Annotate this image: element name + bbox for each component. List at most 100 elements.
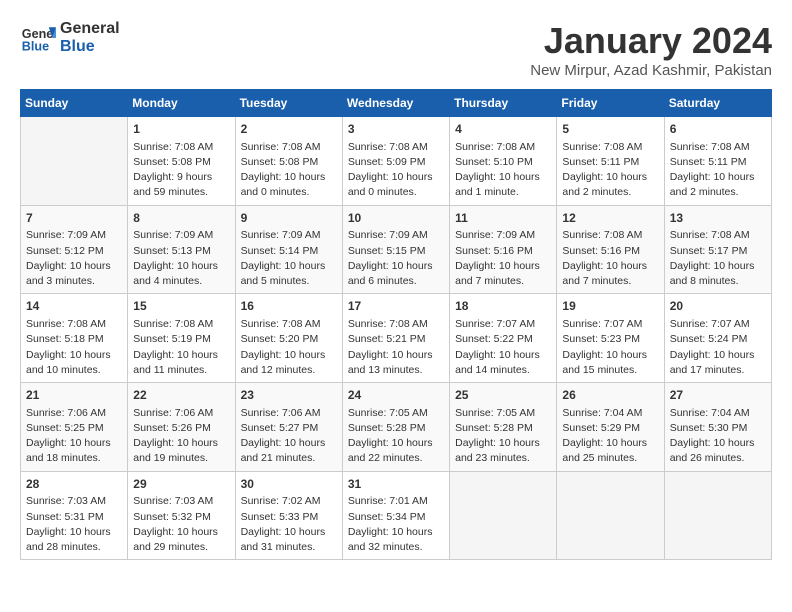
title-block: January 2024 New Mirpur, Azad Kashmir, P… — [530, 20, 772, 79]
day-number: 29 — [133, 476, 229, 493]
day-info: Sunrise: 7:06 AM Sunset: 5:26 PM Dayligh… — [133, 406, 229, 467]
calendar-header: SundayMondayTuesdayWednesdayThursdayFrid… — [21, 90, 772, 117]
day-info: Sunrise: 7:08 AM Sunset: 5:08 PM Dayligh… — [133, 140, 229, 201]
day-number: 4 — [455, 121, 551, 138]
day-number: 11 — [455, 210, 551, 227]
day-cell: 25 Sunrise: 7:05 AM Sunset: 5:28 PM Dayli… — [450, 383, 557, 472]
day-info: Sunrise: 7:03 AM Sunset: 5:32 PM Dayligh… — [133, 494, 229, 555]
day-cell: 16Sunrise: 7:08 AM Sunset: 5:20 PM Dayli… — [235, 294, 342, 383]
day-info: Sunrise: 7:07 AM Sunset: 5:22 PM Dayligh… — [455, 317, 551, 378]
day-cell: 31Sunrise: 7:01 AM Sunset: 5:34 PM Dayli… — [342, 471, 449, 560]
logo: General Blue General Blue — [20, 20, 120, 56]
day-number: 27 — [670, 387, 766, 404]
day-info: Sunrise: 7:05 AM Sunset: 5:28 PM Dayligh… — [455, 406, 551, 467]
day-number: 1 — [133, 121, 229, 138]
day-cell: 11Sunrise: 7:09 AM Sunset: 5:16 PM Dayli… — [450, 205, 557, 294]
day-cell: 29Sunrise: 7:03 AM Sunset: 5:32 PM Dayli… — [128, 471, 235, 560]
day-info: Sunrise: 7:02 AM Sunset: 5:33 PM Dayligh… — [241, 494, 337, 555]
day-cell — [557, 471, 664, 560]
day-info: Sunrise: 7:08 AM Sunset: 5:10 PM Dayligh… — [455, 140, 551, 201]
day-cell: 30Sunrise: 7:02 AM Sunset: 5:33 PM Dayli… — [235, 471, 342, 560]
day-info: Sunrise: 7:08 AM Sunset: 5:18 PM Dayligh… — [26, 317, 122, 378]
day-number: 16 — [241, 298, 337, 315]
day-cell: 8Sunrise: 7:09 AM Sunset: 5:13 PM Daylig… — [128, 205, 235, 294]
day-number: 7 — [26, 210, 122, 227]
day-cell: 10Sunrise: 7:09 AM Sunset: 5:15 PM Dayli… — [342, 205, 449, 294]
day-info: Sunrise: 7:09 AM Sunset: 5:13 PM Dayligh… — [133, 228, 229, 289]
day-number: 6 — [670, 121, 766, 138]
day-number: 31 — [348, 476, 444, 493]
day-cell: 15 Sunrise: 7:08 AM Sunset: 5:19 PM Dayli… — [128, 294, 235, 383]
day-number: 15 — [133, 298, 229, 315]
day-number: 26 — [562, 387, 658, 404]
header-row: SundayMondayTuesdayWednesdayThursdayFrid… — [21, 90, 772, 117]
header-cell-thursday: Thursday — [450, 90, 557, 117]
day-cell: 28Sunrise: 7:03 AM Sunset: 5:31 PM Dayli… — [21, 471, 128, 560]
day-number: 24 — [348, 387, 444, 404]
day-cell: 21 Sunrise: 7:06 AM Sunset: 5:25 PM Dayli… — [21, 383, 128, 472]
day-cell: 5 Sunrise: 7:08 AM Sunset: 5:11 PM Daylig… — [557, 117, 664, 206]
day-cell: 6Sunrise: 7:08 AM Sunset: 5:11 PM Daylig… — [664, 117, 771, 206]
day-cell: 1 Sunrise: 7:08 AM Sunset: 5:08 PM Daylig… — [128, 117, 235, 206]
week-row-5: 28Sunrise: 7:03 AM Sunset: 5:31 PM Dayli… — [21, 471, 772, 560]
day-number: 23 — [241, 387, 337, 404]
calendar-body: 1 Sunrise: 7:08 AM Sunset: 5:08 PM Daylig… — [21, 117, 772, 560]
day-info: Sunrise: 7:06 AM Sunset: 5:25 PM Dayligh… — [26, 406, 122, 467]
day-cell: 22 Sunrise: 7:06 AM Sunset: 5:26 PM Dayli… — [128, 383, 235, 472]
day-number: 13 — [670, 210, 766, 227]
day-number: 19 — [562, 298, 658, 315]
day-cell — [21, 117, 128, 206]
day-info: Sunrise: 7:07 AM Sunset: 5:23 PM Dayligh… — [562, 317, 658, 378]
header-cell-sunday: Sunday — [21, 90, 128, 117]
day-info: Sunrise: 7:08 AM Sunset: 5:16 PM Dayligh… — [562, 228, 658, 289]
day-info: Sunrise: 7:08 AM Sunset: 5:11 PM Dayligh… — [562, 140, 658, 201]
day-cell: 13Sunrise: 7:08 AM Sunset: 5:17 PM Dayli… — [664, 205, 771, 294]
day-cell: 27 Sunrise: 7:04 AM Sunset: 5:30 PM Dayli… — [664, 383, 771, 472]
day-number: 10 — [348, 210, 444, 227]
calendar-table: SundayMondayTuesdayWednesdayThursdayFrid… — [20, 89, 772, 560]
logo-icon: General Blue — [20, 20, 56, 56]
day-cell: 18 Sunrise: 7:07 AM Sunset: 5:22 PM Dayli… — [450, 294, 557, 383]
day-number: 2 — [241, 121, 337, 138]
day-cell: 12Sunrise: 7:08 AM Sunset: 5:16 PM Dayli… — [557, 205, 664, 294]
day-cell: 19 Sunrise: 7:07 AM Sunset: 5:23 PM Dayli… — [557, 294, 664, 383]
day-cell: 2 Sunrise: 7:08 AM Sunset: 5:08 PM Daylig… — [235, 117, 342, 206]
day-number: 17 — [348, 298, 444, 315]
day-info: Sunrise: 7:04 AM Sunset: 5:29 PM Dayligh… — [562, 406, 658, 467]
day-cell: 9Sunrise: 7:09 AM Sunset: 5:14 PM Daylig… — [235, 205, 342, 294]
day-number: 18 — [455, 298, 551, 315]
day-info: Sunrise: 7:01 AM Sunset: 5:34 PM Dayligh… — [348, 494, 444, 555]
day-info: Sunrise: 7:08 AM Sunset: 5:09 PM Dayligh… — [348, 140, 444, 201]
day-cell: 26 Sunrise: 7:04 AM Sunset: 5:29 PM Dayli… — [557, 383, 664, 472]
week-row-4: 21 Sunrise: 7:06 AM Sunset: 5:25 PM Dayli… — [21, 383, 772, 472]
day-number: 25 — [455, 387, 551, 404]
day-info: Sunrise: 7:06 AM Sunset: 5:27 PM Dayligh… — [241, 406, 337, 467]
day-number: 22 — [133, 387, 229, 404]
day-info: Sunrise: 7:08 AM Sunset: 5:17 PM Dayligh… — [670, 228, 766, 289]
day-info: Sunrise: 7:09 AM Sunset: 5:16 PM Dayligh… — [455, 228, 551, 289]
day-number: 12 — [562, 210, 658, 227]
header-cell-friday: Friday — [557, 90, 664, 117]
logo-blue: Blue — [60, 38, 120, 56]
day-number: 28 — [26, 476, 122, 493]
day-info: Sunrise: 7:08 AM Sunset: 5:19 PM Dayligh… — [133, 317, 229, 378]
day-cell: 24 Sunrise: 7:05 AM Sunset: 5:28 PM Dayli… — [342, 383, 449, 472]
day-info: Sunrise: 7:03 AM Sunset: 5:31 PM Dayligh… — [26, 494, 122, 555]
header-cell-tuesday: Tuesday — [235, 90, 342, 117]
header-cell-saturday: Saturday — [664, 90, 771, 117]
day-info: Sunrise: 7:09 AM Sunset: 5:14 PM Dayligh… — [241, 228, 337, 289]
day-info: Sunrise: 7:09 AM Sunset: 5:15 PM Dayligh… — [348, 228, 444, 289]
location-subtitle: New Mirpur, Azad Kashmir, Pakistan — [530, 62, 772, 79]
day-info: Sunrise: 7:08 AM Sunset: 5:21 PM Dayligh… — [348, 317, 444, 378]
day-info: Sunrise: 7:07 AM Sunset: 5:24 PM Dayligh… — [670, 317, 766, 378]
day-number: 5 — [562, 121, 658, 138]
header-cell-monday: Monday — [128, 90, 235, 117]
day-info: Sunrise: 7:05 AM Sunset: 5:28 PM Dayligh… — [348, 406, 444, 467]
day-cell — [664, 471, 771, 560]
day-cell: 20Sunrise: 7:07 AM Sunset: 5:24 PM Dayli… — [664, 294, 771, 383]
day-info: Sunrise: 7:08 AM Sunset: 5:08 PM Dayligh… — [241, 140, 337, 201]
day-number: 21 — [26, 387, 122, 404]
day-cell: 23 Sunrise: 7:06 AM Sunset: 5:27 PM Dayli… — [235, 383, 342, 472]
day-info: Sunrise: 7:04 AM Sunset: 5:30 PM Dayligh… — [670, 406, 766, 467]
week-row-1: 1 Sunrise: 7:08 AM Sunset: 5:08 PM Daylig… — [21, 117, 772, 206]
